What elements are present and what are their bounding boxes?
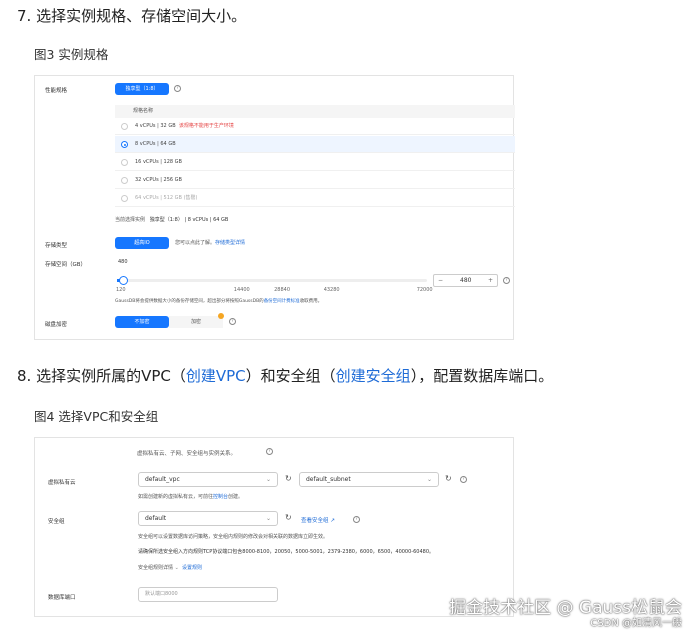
spec-option: 64 vCPUs | 512 GB (售罄) (115, 190, 515, 207)
storage-hint: 您可以点此了解。 (175, 240, 216, 246)
vpc-select[interactable]: default_vpc ⌄ (138, 472, 278, 487)
storage-note-end: 收取费用。 (299, 299, 323, 304)
radio-button[interactable] (121, 177, 128, 184)
step-8-text: 8. 选择实例所属的VPC（ (17, 367, 186, 385)
console-link[interactable]: 控制台 (213, 494, 228, 500)
set-rules-link[interactable]: 设置规则 (182, 565, 202, 571)
decrement-button[interactable]: − (438, 275, 443, 286)
help-icon[interactable]: ? (460, 476, 467, 483)
create-security-group-link[interactable]: 创建安全组 (336, 367, 411, 385)
spec-option-label: 4 vCPUs | 32 GB (135, 123, 176, 129)
create-vpc-link[interactable]: 创建VPC (186, 367, 246, 385)
db-port-input[interactable]: 默认端口8000 (138, 587, 278, 602)
csdn-watermark: CSDN @如清风一般 (590, 618, 682, 629)
slider-tick: 28840 (274, 287, 290, 293)
increment-button[interactable]: + (488, 275, 493, 286)
figure-3-caption: 图3 实例规格 (34, 47, 109, 62)
storage-slider-thumb[interactable] (118, 276, 128, 285)
storage-type-button[interactable]: 超高IO (115, 237, 169, 249)
vpc-figure: 虚拟私有云、子网、安全组与实例关系。 ? 虚拟私有云 default_vpc ⌄ … (34, 437, 514, 617)
slider-tick: 43280 (323, 287, 340, 293)
help-icon[interactable]: ? (174, 85, 181, 92)
storage-stepper[interactable]: − 480 + (433, 274, 498, 287)
help-icon[interactable]: ? (229, 318, 236, 325)
spec-name-header: 规格名称 (115, 105, 515, 118)
figure-4-caption: 图4 选择VPC和安全组 (34, 409, 159, 424)
spec-option[interactable]: 32 vCPUs | 256 GB (115, 172, 515, 189)
encrypt-off-button[interactable]: 不加密 (115, 316, 169, 328)
spec-option-label: 64 vCPUs | 512 GB (售罄) (135, 195, 198, 201)
external-link-icon: ↗ (330, 518, 335, 524)
vpc-hint-end: 创建。 (228, 494, 244, 500)
rule-details-toggle[interactable]: 安全组规则详情 (138, 565, 173, 571)
storage-value-tip: 480 (118, 259, 128, 265)
slider-tick: 72000 (416, 287, 433, 293)
slider-tick: 120 (116, 287, 126, 293)
spec-option-label: 16 vCPUs | 128 GB (135, 159, 182, 165)
help-icon[interactable]: ? (503, 277, 510, 284)
subnet-select[interactable]: default_subnet ⌄ (299, 472, 439, 487)
view-security-group-link[interactable]: 查看安全组 (301, 518, 329, 524)
help-icon[interactable]: ? (353, 516, 360, 523)
perf-spec-label: 性能规格 (45, 88, 68, 94)
backup-billing-link[interactable]: 备份空间计费标准 (264, 299, 300, 304)
spec-option-label: 8 vCPUs | 64 GB (135, 141, 176, 147)
chevron-down-icon: ⌄ (265, 515, 271, 522)
storage-type-link[interactable]: 存储类型详情 (215, 240, 245, 246)
vpc-label: 虚拟私有云 (48, 480, 76, 486)
security-group-hint: 安全组可以设置数据库访问策略，安全组内规则的修改会对相关联的数据库立即生效。 (138, 534, 329, 540)
storage-size-label: 存储空间（GB） (45, 262, 87, 268)
step-8-text: ）和安全组（ (245, 367, 336, 385)
perf-type-button[interactable]: 独享型（1:8） (115, 83, 169, 95)
badge-icon (218, 313, 224, 319)
encrypt-on-button[interactable]: 加密 (169, 316, 223, 328)
help-icon[interactable]: ? (266, 448, 273, 455)
chevron-down-icon: ⌄ (174, 565, 179, 571)
current-label: 当前选择实例 (115, 217, 146, 223)
storage-input[interactable]: 480 (460, 275, 471, 286)
refresh-icon[interactable]: ↻ (445, 474, 452, 483)
chevron-down-icon: ⌄ (426, 476, 432, 483)
chevron-down-icon: ⌄ (265, 476, 271, 483)
security-group-select[interactable]: default ⌄ (138, 511, 278, 526)
current-selection: 当前选择实例 独享型（1:8） | 8 vCPUs | 64 GB (115, 216, 228, 223)
step-7-heading: 7. 选择实例规格、存储空间大小。 (17, 7, 247, 25)
spec-option-label: 32 vCPUs | 256 GB (135, 177, 182, 183)
refresh-icon[interactable]: ↻ (285, 513, 292, 522)
subnet-value: default_subnet (306, 476, 351, 483)
radio-button[interactable] (121, 123, 128, 130)
db-port-label: 数据库端口 (48, 595, 76, 601)
current-value: 独享型（1:8） | 8 vCPUs | 64 GB (149, 217, 229, 223)
vpc-hint: 如需创建新的虚拟私有云，可前往 (138, 494, 214, 500)
storage-slider-track[interactable] (117, 276, 427, 285)
radio-button[interactable] (121, 141, 128, 148)
security-group-label: 安全组 (48, 519, 65, 525)
slider-tick: 14400 (233, 287, 250, 293)
spec-warning: 该规格不能用于生产环境 (178, 123, 234, 129)
spec-option[interactable]: 8 vCPUs | 64 GB (115, 136, 515, 153)
radio-button[interactable] (121, 195, 128, 202)
spec-option[interactable]: 4 vCPUs | 32 GB 该规格不能用于生产环境 (115, 118, 515, 135)
spec-option[interactable]: 16 vCPUs | 128 GB (115, 154, 515, 171)
step-8-heading: 8. 选择实例所属的VPC（创建VPC）和安全组（创建安全组），配置数据库端口。 (17, 365, 553, 386)
instance-spec-figure: 性能规格 独享型（1:8） ? 规格名称 4 vCPUs | 32 GB 该规格… (34, 75, 515, 340)
refresh-icon[interactable]: ↻ (285, 474, 292, 483)
port-requirement: 请确保所选安全组入方向规则TCP协议端口包含8000-8100，20050，50… (138, 549, 435, 555)
step-8-text: ），配置数据库端口。 (410, 367, 554, 385)
storage-note: GaussDB将会提供数据大小的备份存储空间，超出部分将按照GaussDB的 (115, 299, 264, 304)
vpc-value: default_vpc (145, 476, 180, 483)
storage-type-label: 存储类型 (45, 243, 68, 249)
radio-button[interactable] (121, 159, 128, 166)
relation-text: 虚拟私有云、子网、安全组与实例关系。 (137, 451, 237, 457)
security-group-value: default (145, 515, 167, 522)
disk-encrypt-label: 磁盘加密 (45, 322, 68, 328)
